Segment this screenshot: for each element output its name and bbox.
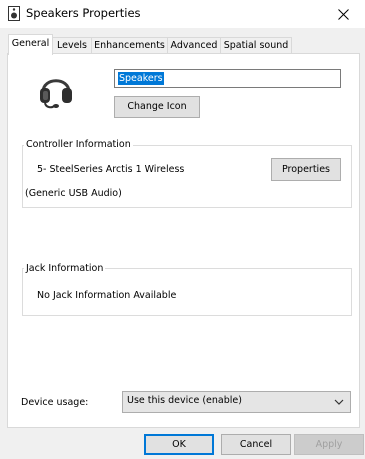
device-name-input[interactable]: Speakers — [114, 69, 341, 88]
speaker-icon — [8, 6, 20, 21]
jack-info-legend: Jack Information — [24, 263, 106, 274]
device-name-value: Speakers — [118, 72, 164, 85]
change-icon-button[interactable]: Change Icon — [114, 96, 200, 118]
close-icon — [337, 8, 349, 20]
title-bar: Speakers Properties — [0, 0, 365, 28]
apply-button[interactable]: Apply — [294, 434, 364, 455]
device-usage-value: Use this device (enable) — [127, 395, 242, 406]
headset-icon — [40, 79, 72, 109]
tab-advanced[interactable]: Advanced — [167, 37, 221, 54]
ok-button[interactable]: OK — [144, 434, 214, 455]
controller-info-legend: Controller Information — [24, 139, 133, 150]
tab-spatial-sound[interactable]: Spatial sound — [220, 37, 292, 54]
controller-driver: (Generic USB Audio) — [25, 188, 122, 199]
tab-levels[interactable]: Levels — [52, 37, 92, 54]
properties-button[interactable]: Properties — [271, 158, 341, 181]
device-usage-label: Device usage: — [21, 397, 89, 408]
close-button[interactable] — [321, 0, 365, 28]
device-usage-select[interactable]: Use this device (enable) — [122, 391, 351, 413]
tab-enhancements[interactable]: Enhancements — [91, 37, 168, 54]
cancel-button[interactable]: Cancel — [221, 434, 291, 455]
controller-name: 5- SteelSeries Arctis 1 Wireless — [37, 164, 185, 175]
tab-general[interactable]: General — [8, 34, 53, 55]
chevron-down-icon — [334, 399, 344, 405]
window-title: Speakers Properties — [26, 6, 141, 20]
jack-info-text: No Jack Information Available — [37, 290, 177, 301]
